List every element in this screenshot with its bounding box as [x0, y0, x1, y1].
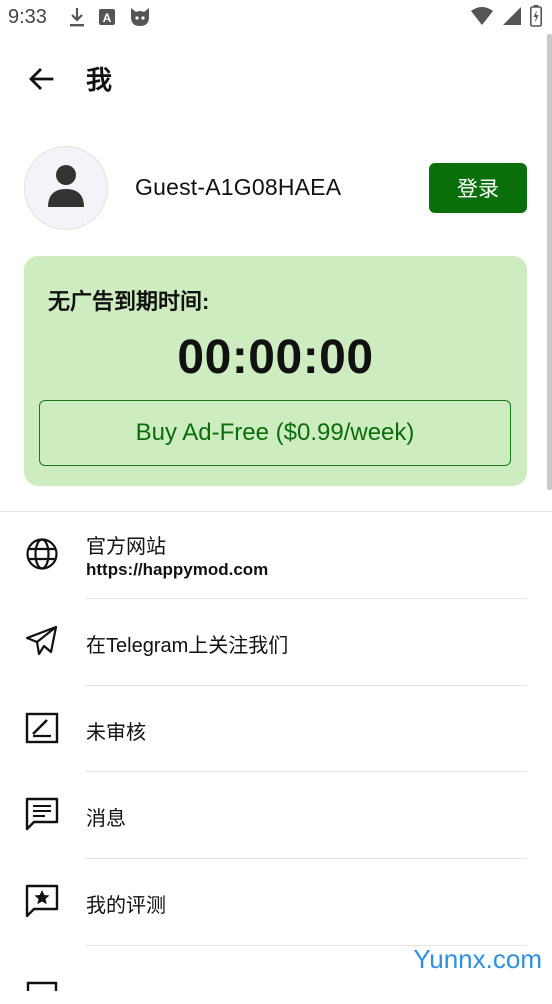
menu-item-label: 在Telegram上关注我们	[86, 635, 289, 657]
svg-text:A: A	[103, 11, 112, 25]
menu-item-my-reviews[interactable]: 我的评测	[0, 859, 552, 945]
globe-icon	[24, 536, 60, 572]
cat-app-icon	[128, 5, 152, 29]
ad-free-expiry-label: 无广告到期时间:	[48, 289, 210, 314]
app-bar: 我	[0, 52, 552, 108]
telegram-icon	[24, 623, 60, 659]
avatar[interactable]	[24, 146, 108, 230]
download-icon	[68, 6, 86, 28]
menu-item-telegram[interactable]: 在Telegram上关注我们	[0, 599, 552, 685]
signal-icon	[502, 6, 522, 26]
person-icon	[46, 163, 86, 214]
menu-item-label: 消息	[86, 808, 126, 830]
menu-item-label: 未审核	[86, 722, 146, 744]
menu-item-label: 我的评测	[86, 895, 166, 917]
next-item-icon	[24, 968, 60, 1004]
menu-item-label: 官方网站	[86, 536, 166, 558]
watermark: Yunnx.com	[413, 944, 542, 974]
guest-name: Guest-A1G08HAEA	[135, 174, 342, 200]
ad-free-timer: 00:00:00	[177, 331, 374, 384]
page-title: 我	[86, 65, 113, 95]
status-bar: 9:33 A	[0, 0, 552, 34]
review-pending-icon	[24, 710, 60, 746]
menu-item-url[interactable]: https://happymod.com	[86, 560, 268, 580]
ad-free-card: 无广告到期时间: 00:00:00 Buy Ad-Free ($0.99/wee…	[24, 256, 527, 486]
message-icon	[24, 796, 60, 832]
menu-item-messages[interactable]: 消息	[0, 772, 552, 858]
star-review-icon	[24, 883, 60, 919]
font-app-icon: A	[98, 8, 116, 26]
back-arrow-icon	[28, 66, 54, 97]
buy-ad-free-button[interactable]: Buy Ad-Free ($0.99/week)	[39, 400, 511, 466]
menu-item-unreviewed[interactable]: 未审核	[0, 686, 552, 772]
login-button[interactable]: 登录	[429, 163, 527, 213]
back-button[interactable]	[22, 62, 60, 100]
menu-item-official-website[interactable]: 官方网站 https://happymod.com	[0, 512, 552, 598]
status-time: 9:33	[8, 6, 47, 28]
wifi-icon	[470, 6, 494, 26]
battery-icon	[530, 5, 542, 27]
